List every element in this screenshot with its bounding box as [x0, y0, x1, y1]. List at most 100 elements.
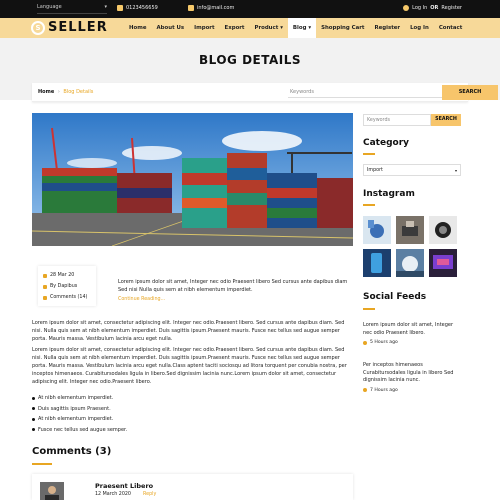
continue-reading-link[interactable]: Continue Reading...	[118, 297, 165, 302]
container-port-image	[32, 113, 353, 246]
clock-icon	[363, 340, 367, 345]
post-paragraph: Lorem ipsum dolor sit amet, consectetur …	[32, 347, 347, 385]
bullet-text: Duis sagittis ipsum Praesent.	[38, 405, 111, 412]
reply-link[interactable]: Reply	[143, 492, 156, 497]
chevron-down-icon: ▾	[454, 168, 457, 173]
phone-icon	[117, 5, 123, 11]
instagram-heading: Instagram	[363, 189, 415, 199]
menu-item-register[interactable]: Register	[369, 18, 405, 38]
login-link[interactable]: Log In	[412, 5, 427, 11]
category-selected: Import	[367, 168, 383, 173]
feed-text: Per inceptos himenaeos Curabitursodales …	[363, 362, 454, 383]
list-item: At nibh elementum imperdiet.	[32, 393, 353, 404]
comment-item: Praesent Libero 12 March 2020 Reply	[32, 474, 353, 500]
instagram-thumb[interactable]	[396, 216, 424, 244]
instagram-grid	[363, 216, 463, 277]
avatar-image	[40, 482, 64, 500]
instagram-image	[429, 249, 457, 277]
heading-underline	[363, 153, 375, 155]
feed-text: Lorem ipsum dolor sit amet, Integer nec …	[363, 322, 454, 336]
search-button[interactable]: SEARCH	[442, 85, 498, 100]
bullet-text: At nibh elementum imperdiet.	[38, 395, 114, 401]
instagram-thumb[interactable]	[363, 249, 391, 277]
instagram-thumb[interactable]	[396, 249, 424, 277]
top-bar: Language ▾ 0123456659 info@mail.com Log …	[0, 0, 500, 18]
menu-item-cart[interactable]: Shopping Cart	[316, 18, 369, 38]
menu-item-home[interactable]: Home	[124, 18, 152, 38]
bullet-icon	[32, 396, 35, 400]
list-item: At nibh elementum imperdiet.	[32, 414, 353, 425]
menu-item-login[interactable]: Log In	[405, 18, 434, 38]
chevron-down-icon: ▾	[104, 4, 107, 10]
post-date-row: 28 Mar 20	[43, 270, 91, 281]
breadcrumb-bar: Home › Blog Details Keywords SEARCH	[32, 83, 498, 102]
post-body: Lorem ipsum dolor sit amet, consectetur …	[32, 320, 353, 390]
breadcrumb: Home › Blog Details	[38, 89, 93, 95]
language-select[interactable]: Language ▾	[37, 4, 107, 14]
bullet-icon	[32, 428, 35, 432]
instagram-image	[363, 216, 391, 244]
sidebar-search-input[interactable]: Keywords	[363, 114, 431, 126]
bullet-icon	[32, 407, 35, 411]
phone-number: 0123456659	[126, 5, 158, 11]
post-comments-row: Comments (14)	[43, 292, 91, 303]
calendar-icon	[43, 273, 47, 278]
user-icon	[43, 284, 47, 289]
menu-item-blog-label: Blog	[292, 25, 307, 31]
bullet-text: Fusce nec tellus sed augue semper.	[38, 426, 128, 433]
site-logo[interactable]: S SELLER	[31, 20, 108, 35]
category-heading: Category	[363, 138, 410, 148]
post-bullet-list: At nibh elementum imperdiet. Duis sagitt…	[32, 393, 353, 435]
auth-links: Log In OR Register	[403, 5, 462, 11]
email-address[interactable]: info@mail.com	[197, 5, 234, 11]
chevron-right-icon: ›	[57, 89, 60, 95]
logo-mark: S	[31, 20, 45, 35]
post-meta: 28 Mar 20 By Dapibus Comments (14)	[38, 266, 96, 306]
comments-heading: Comments (3)	[32, 446, 112, 457]
social-feed-item: Per inceptos himenaeos Curabitursodales …	[363, 362, 463, 394]
post-date: 28 Mar 20	[50, 273, 75, 278]
bullet-icon	[32, 417, 35, 421]
chevron-down-icon: ▾	[280, 25, 283, 31]
menu-item-contact[interactable]: Contact	[434, 18, 467, 38]
feed-time-label: 5 Hours ago	[370, 340, 398, 345]
or-text: OR	[430, 5, 439, 11]
logo-text: SELLER	[48, 20, 108, 35]
menu-item-product[interactable]: Product ▾	[250, 18, 288, 38]
heading-underline	[32, 463, 52, 465]
register-link[interactable]: Register	[441, 5, 462, 11]
keyword-search-input[interactable]: Keywords	[288, 86, 442, 98]
sidebar-search-button[interactable]: SEARCH	[431, 114, 461, 126]
social-feed-item: Lorem ipsum dolor sit amet, Integer nec …	[363, 322, 463, 347]
instagram-image	[396, 249, 424, 277]
instagram-image	[363, 249, 391, 277]
language-label: Language	[37, 4, 62, 10]
menu-item-product-label: Product	[254, 25, 279, 31]
menu-item-import[interactable]: Import	[189, 18, 219, 38]
chevron-down-icon: ▾	[308, 25, 312, 31]
social-feeds-heading: Social Feeds	[363, 292, 427, 302]
comment-icon	[43, 295, 47, 300]
instagram-image	[429, 216, 457, 244]
heading-underline	[363, 308, 375, 310]
breadcrumb-home[interactable]: Home	[38, 89, 54, 95]
list-item: Duis sagittis ipsum Praesent.	[32, 404, 353, 415]
instagram-thumb[interactable]	[429, 249, 457, 277]
instagram-image	[396, 216, 424, 244]
menu-item-blog[interactable]: Blog ▾	[287, 18, 317, 38]
instagram-thumb[interactable]	[363, 216, 391, 244]
feed-time: 5 Hours ago	[363, 339, 463, 347]
email-info[interactable]: info@mail.com	[188, 5, 234, 11]
menu-item-about[interactable]: About Us	[152, 18, 190, 38]
post-author[interactable]: By Dapibus	[50, 284, 77, 289]
post-comments-count[interactable]: Comments (14)	[50, 295, 87, 300]
category-select[interactable]: Import ▾	[363, 164, 461, 176]
post-intro: Lorem ipsum dolor sit amet, Integer nec …	[118, 279, 348, 293]
feed-time-label: 7 Hours ago	[370, 387, 398, 393]
instagram-thumb[interactable]	[429, 216, 457, 244]
comment-date: 12 March 2020	[95, 492, 131, 497]
list-item: Fusce nec tellus sed augue semper.	[32, 425, 353, 436]
avatar	[40, 482, 64, 500]
menu-item-export[interactable]: Export	[220, 18, 250, 38]
phone-info: 0123456659	[117, 5, 158, 11]
